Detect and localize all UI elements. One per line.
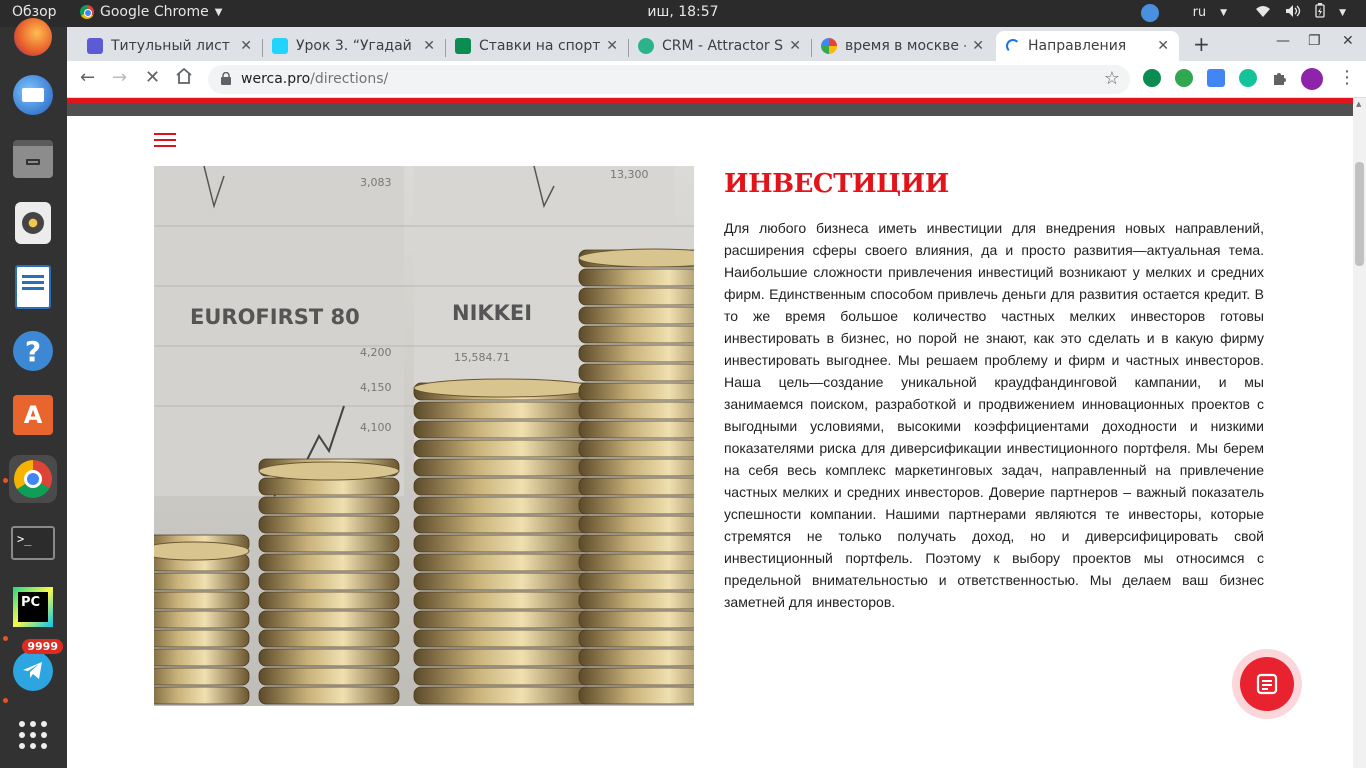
tab-title: Урок 3. “Угадай м bbox=[296, 38, 418, 54]
firefox-icon[interactable] bbox=[9, 13, 57, 61]
close-icon[interactable]: ✕ bbox=[606, 38, 618, 54]
rhythmbox-icon[interactable] bbox=[9, 199, 57, 247]
ubuntu-dock: ? A >_ PC 9999 bbox=[0, 18, 67, 768]
close-icon[interactable]: ✕ bbox=[789, 38, 801, 54]
system-tray: ru ▼ ▼ bbox=[1140, 3, 1346, 22]
translate-icon[interactable] bbox=[1207, 69, 1225, 87]
google-icon bbox=[821, 38, 837, 54]
chrome-icon[interactable] bbox=[9, 455, 57, 503]
document-icon bbox=[1256, 673, 1278, 695]
running-indicator bbox=[3, 478, 8, 483]
chrome-icon bbox=[80, 5, 94, 19]
url-domain: werca.pro bbox=[241, 71, 311, 87]
wifi-icon[interactable] bbox=[1255, 4, 1271, 22]
software-center-icon[interactable]: A bbox=[9, 391, 57, 439]
photo-text-eurofirst: EUROFIRST 80 bbox=[190, 305, 360, 329]
url-text: werca.pro/directions/ bbox=[241, 71, 388, 87]
close-window-button[interactable]: ✕ bbox=[1342, 33, 1354, 49]
tab-3[interactable]: CRM - Attractor Sc ✕ bbox=[628, 31, 811, 61]
chevron-down-icon: ▼ bbox=[214, 6, 223, 18]
volume-icon[interactable] bbox=[1285, 4, 1301, 22]
close-icon[interactable]: ✕ bbox=[240, 38, 252, 54]
help-icon[interactable]: ? bbox=[9, 327, 57, 375]
hamburger-menu-icon[interactable] bbox=[154, 133, 176, 147]
files-icon[interactable] bbox=[9, 135, 57, 183]
home-button[interactable] bbox=[175, 67, 193, 89]
tab-5[interactable]: Направления ✕ bbox=[996, 31, 1179, 61]
section-body-text: Для любого бизнеса иметь инвестиции для … bbox=[724, 220, 1264, 610]
photo-text-num: 13,300 bbox=[610, 168, 649, 181]
tab-2[interactable]: Ставки на спорт с ✕ bbox=[445, 31, 628, 61]
chevron-down-icon: ▼ bbox=[1220, 7, 1228, 18]
libreoffice-writer-icon[interactable] bbox=[9, 263, 57, 311]
tab-0[interactable]: Титульный лист - ✕ bbox=[77, 31, 262, 61]
url-path: /directions/ bbox=[310, 71, 389, 87]
browser-toolbar: ← → ✕ werca.pro/directions/ ☆ ⋮ bbox=[67, 61, 1366, 98]
running-indicator bbox=[3, 698, 8, 703]
bookmark-star-icon[interactable]: ☆ bbox=[1104, 68, 1120, 89]
running-indicator bbox=[3, 636, 8, 641]
telegram-icon[interactable]: 9999 bbox=[9, 639, 63, 695]
tab-title: Направления bbox=[1028, 38, 1127, 54]
menu-kebab-icon[interactable]: ⋮ bbox=[1338, 67, 1356, 88]
close-icon[interactable]: ✕ bbox=[1157, 38, 1169, 54]
photo-text-num: 4,200 bbox=[360, 346, 392, 359]
coins-photo-illustration: EUROFIRST 80 NIKKEI 3,083 13,300 4,200 4… bbox=[154, 166, 694, 706]
header-bar bbox=[67, 103, 1353, 116]
pycharm-icon[interactable]: PC bbox=[9, 583, 57, 631]
terminal-icon[interactable]: >_ bbox=[9, 519, 57, 567]
lock-icon bbox=[221, 72, 231, 85]
photo-text-nikkei: NIKKEI bbox=[452, 301, 532, 325]
notification-app-icon[interactable] bbox=[1140, 3, 1159, 22]
clock[interactable]: иш, 18:57 bbox=[647, 4, 718, 20]
battery-icon[interactable] bbox=[1315, 3, 1325, 22]
grammarly-icon[interactable] bbox=[1239, 69, 1257, 87]
close-icon[interactable]: ✕ bbox=[972, 38, 984, 54]
puzzle-icon[interactable] bbox=[1271, 69, 1289, 87]
thunderbird-icon[interactable] bbox=[9, 71, 57, 119]
back-button[interactable]: ← bbox=[80, 67, 95, 88]
minimize-button[interactable]: — bbox=[1276, 33, 1290, 49]
extension-icon[interactable] bbox=[1143, 69, 1161, 87]
app-menu[interactable]: Google Chrome ▼ bbox=[80, 4, 222, 20]
photo-text-num: 4,150 bbox=[360, 381, 392, 394]
section-heading: ИНВЕСТИЦИИ bbox=[724, 169, 949, 199]
address-bar[interactable]: werca.pro/directions/ ☆ bbox=[208, 65, 1130, 94]
system-top-bar: Обзор Google Chrome ▼ иш, 18:57 ru ▼ ▼ bbox=[0, 0, 1366, 27]
keyboard-layout[interactable]: ru bbox=[1193, 5, 1207, 20]
forward-button[interactable]: → bbox=[112, 67, 127, 88]
avatar[interactable] bbox=[1301, 68, 1323, 90]
tab-title: CRM - Attractor Sc bbox=[662, 38, 784, 54]
tab-1[interactable]: Урок 3. “Угадай м ✕ bbox=[262, 31, 445, 61]
chat-button-inner[interactable] bbox=[1240, 657, 1294, 711]
chat-button[interactable] bbox=[1232, 649, 1302, 719]
tab-title: время в москве - bbox=[845, 38, 967, 54]
photo-text-num: 3,083 bbox=[360, 176, 392, 189]
show-applications-icon[interactable] bbox=[9, 711, 57, 759]
maximize-button[interactable]: ❐ bbox=[1308, 33, 1321, 49]
photo-text-num: 15,584.71 bbox=[454, 351, 510, 364]
scroll-up-arrow[interactable]: ▲ bbox=[1356, 100, 1361, 108]
loading-icon bbox=[1006, 39, 1020, 53]
tab-4[interactable]: время в москве - ✕ bbox=[811, 31, 994, 61]
pb-icon bbox=[272, 38, 288, 54]
tab-title: Титульный лист - bbox=[111, 38, 235, 54]
web-page: EUROFIRST 80 NIKKEI 3,083 13,300 4,200 4… bbox=[67, 98, 1353, 768]
chevron-down-icon[interactable]: ▼ bbox=[1339, 8, 1346, 18]
unread-badge: 9999 bbox=[22, 639, 63, 654]
new-tab-button[interactable]: + bbox=[1193, 32, 1210, 56]
app-name: Google Chrome bbox=[100, 4, 209, 20]
tab-strip: Титульный лист - ✕ Урок 3. “Угадай м ✕ С… bbox=[67, 27, 1366, 61]
graduation-cap-icon bbox=[87, 38, 103, 54]
page-scrollbar[interactable]: ▲ bbox=[1353, 98, 1366, 768]
close-icon[interactable]: ✕ bbox=[423, 38, 435, 54]
leaf-icon bbox=[638, 38, 654, 54]
photo-text-num: 4,100 bbox=[360, 421, 392, 434]
tab-title: Ставки на спорт с bbox=[479, 38, 601, 54]
extension-icon[interactable] bbox=[1175, 69, 1193, 87]
bet-icon bbox=[455, 38, 471, 54]
scroll-thumb[interactable] bbox=[1355, 162, 1364, 266]
investment-photo: EUROFIRST 80 NIKKEI 3,083 13,300 4,200 4… bbox=[154, 166, 694, 706]
stop-button[interactable]: ✕ bbox=[145, 67, 160, 88]
